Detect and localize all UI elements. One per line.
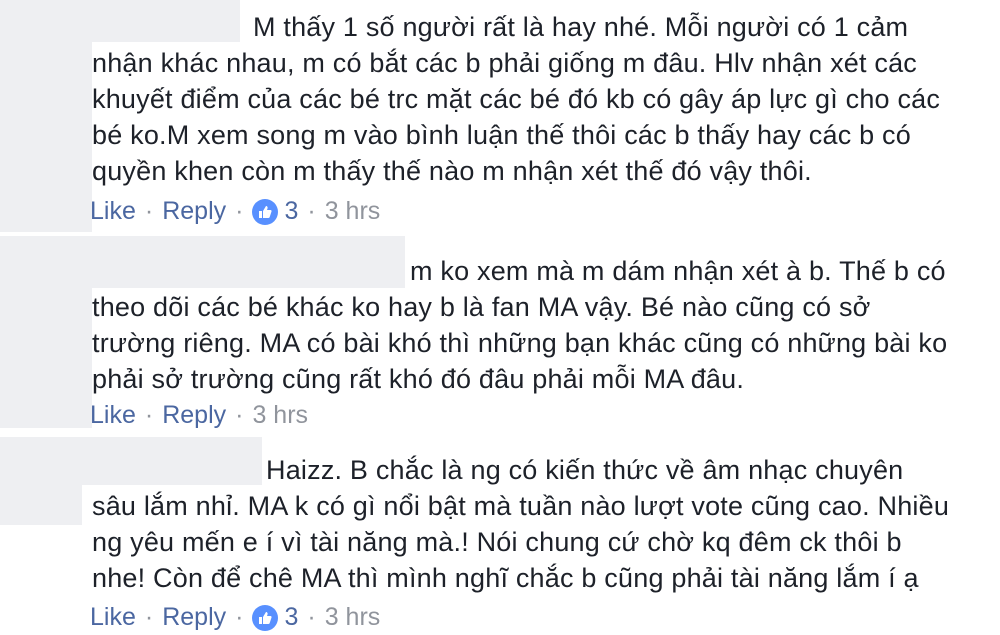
reaction-count[interactable]: 3 xyxy=(284,603,298,632)
comment-actions: Like · Reply · 3 hrs xyxy=(90,401,308,430)
reply-link[interactable]: Reply xyxy=(162,401,226,430)
like-link[interactable]: Like xyxy=(90,401,136,430)
redacted-name-3 xyxy=(0,437,262,485)
reply-link[interactable]: Reply xyxy=(162,197,226,226)
thumbs-up-icon[interactable] xyxy=(252,604,279,631)
timestamp[interactable]: 3 hrs xyxy=(325,197,381,226)
reaction-count[interactable]: 3 xyxy=(284,197,298,226)
comment-line: nhận khác nhau, m có bắt các b phải giốn… xyxy=(92,48,918,78)
separator: · xyxy=(235,401,244,429)
like-link[interactable]: Like xyxy=(90,603,136,632)
comment-actions: Like · Reply · 3 · 3 hrs xyxy=(90,603,380,632)
timestamp[interactable]: 3 hrs xyxy=(325,603,381,632)
comment-line: quyền khen còn m thấy thế nào m nhận xét… xyxy=(92,156,812,186)
like-link[interactable]: Like xyxy=(90,197,136,226)
comment-actions: Like · Reply · 3 · 3 hrs xyxy=(90,197,380,226)
redacted-avatar-3 xyxy=(0,485,82,525)
comment-line: bé ko.M xem song m vào bình luận thế thô… xyxy=(92,120,911,150)
redacted-avatar-2 xyxy=(0,288,92,428)
timestamp[interactable]: 3 hrs xyxy=(252,401,308,430)
separator: · xyxy=(235,603,244,631)
separator: · xyxy=(307,197,316,225)
comment-line: khuyết điểm của các bé trc mặt các bé đó… xyxy=(92,84,941,114)
redacted-name-2 xyxy=(0,236,405,288)
separator: · xyxy=(144,603,154,631)
separator: · xyxy=(144,401,154,429)
comment-line: theo dõi các bé khác ko hay b là fan MA … xyxy=(92,292,871,322)
redacted-name-1 xyxy=(0,0,240,42)
redacted-avatar-1 xyxy=(0,42,92,232)
comment-line: nhe! Còn để chê MA thì mình nghĩ chắc b … xyxy=(92,563,919,593)
comment-line: M thấy 1 số người rất là hay nhé. Mỗi ng… xyxy=(253,12,909,42)
comment-line: ng yêu mến e í vì tài năng mà.! Nói chun… xyxy=(92,527,902,557)
separator: · xyxy=(307,603,316,631)
comment-line: sâu lắm nhỉ. MA k có gì nổi bật mà tuần … xyxy=(92,491,950,521)
comment-line: trường riêng. MA có bài khó thì những bạ… xyxy=(92,328,948,358)
separator: · xyxy=(235,197,244,225)
comment-line: phải sở trường cũng rất khó đó đâu phải … xyxy=(92,364,745,394)
reply-link[interactable]: Reply xyxy=(162,603,226,632)
separator: · xyxy=(144,197,154,225)
comment-line: m ko xem mà m dám nhận xét à b. Thế b có xyxy=(410,256,946,286)
thumbs-up-icon[interactable] xyxy=(252,198,279,225)
comment-line: Haizz. B chắc là ng có kiến thức về âm n… xyxy=(266,455,904,485)
